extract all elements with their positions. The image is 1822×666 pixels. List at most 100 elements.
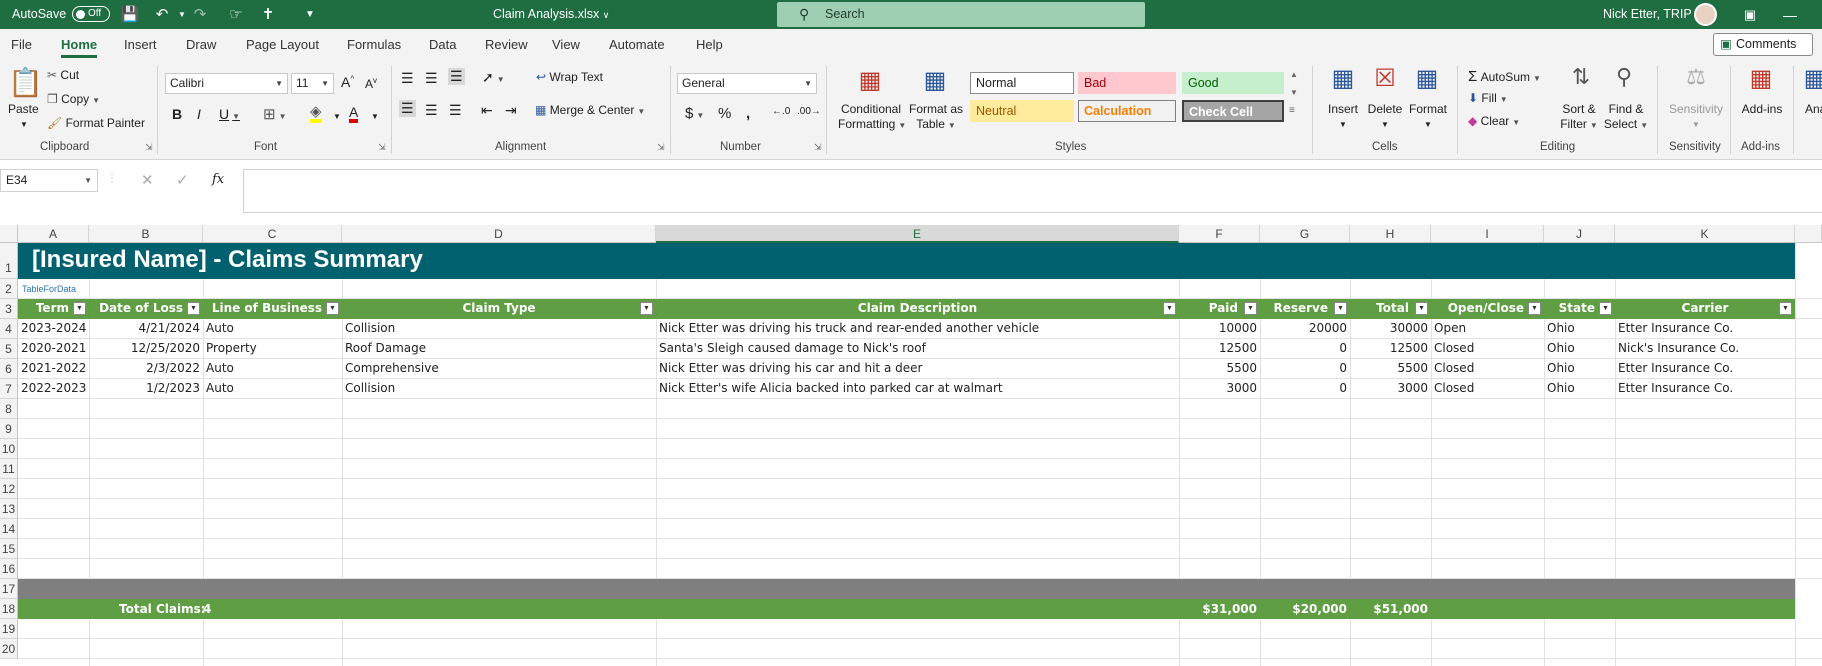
tab-file[interactable]: File (11, 29, 32, 60)
filter-dropdown-icon[interactable]: ▼ (1599, 302, 1612, 315)
row-header[interactable]: 20 (0, 639, 18, 659)
table-name-label[interactable]: TableForData (22, 284, 76, 294)
comments-button[interactable]: ▣ Comments (1713, 33, 1813, 56)
cell-claim-description[interactable]: Santa's Sleigh caused damage to Nick's r… (656, 341, 1179, 355)
cell-date-of-loss[interactable]: 4/21/2024 (89, 321, 203, 335)
totals-paid[interactable]: $31,000 (1179, 602, 1260, 616)
header-carrier[interactable]: Carrier (1615, 301, 1795, 315)
align-center-icon[interactable]: ☰ (425, 102, 438, 119)
cell-reserve[interactable]: 0 (1260, 381, 1350, 395)
format-cells-button[interactable]: Format ▼ (1407, 102, 1449, 130)
cell-claim-description[interactable]: Nick Etter's wife Alicia backed into par… (656, 381, 1179, 395)
row-header[interactable]: 12 (0, 479, 18, 499)
user-name[interactable]: Nick Etter, TRIP (1603, 0, 1692, 29)
file-name[interactable]: Claim Analysis.xlsx ∨ (493, 0, 609, 29)
row-header[interactable]: 2 (0, 279, 18, 299)
totals-total[interactable]: $51,000 (1350, 602, 1431, 616)
cell-reserve[interactable]: 0 (1260, 361, 1350, 375)
fill-color-dropdown-icon[interactable]: ▼ (333, 112, 341, 121)
conditional-formatting-icon[interactable]: ▦ (855, 66, 885, 95)
header-claim-description[interactable]: Claim Description (656, 301, 1179, 315)
cell-total[interactable]: 3000 (1350, 381, 1431, 395)
cell-open-close[interactable]: Open (1431, 321, 1544, 335)
number-launcher-icon[interactable]: ⇲ (814, 142, 822, 153)
row-header[interactable]: 7 (0, 379, 18, 399)
tab-help[interactable]: Help (696, 29, 723, 60)
percent-icon[interactable]: % (718, 105, 731, 122)
cell-date-of-loss[interactable]: 12/25/2020 (89, 341, 203, 355)
row-header[interactable]: 8 (0, 399, 18, 419)
column-header-e[interactable]: E (656, 225, 1179, 243)
cell-state[interactable]: Ohio (1544, 381, 1615, 395)
delete-cells-button[interactable]: Delete ▼ (1367, 102, 1403, 130)
cell-paid[interactable]: 12500 (1179, 341, 1260, 355)
cell-total[interactable]: 5500 (1350, 361, 1431, 375)
decrease-font-icon[interactable]: Av (365, 76, 377, 91)
font-name-combo[interactable]: Calibri ▼ (165, 73, 288, 94)
cell-term[interactable]: 2022-2023 (18, 381, 89, 395)
tab-page-layout[interactable]: Page Layout (246, 29, 319, 60)
cell-claim-description[interactable]: Nick Etter was driving his car and hit a… (656, 361, 1179, 375)
find-select-icon[interactable]: ⚲ (1608, 64, 1640, 90)
sensitivity-button[interactable]: Sensitivity ▼ (1667, 102, 1725, 130)
header-claim-type[interactable]: Claim Type (342, 301, 656, 315)
touch-mode-icon[interactable]: ☞ (226, 5, 246, 25)
cell-date-of-loss[interactable]: 2/3/2022 (89, 361, 203, 375)
paste-dropdown-icon[interactable]: ▼ (20, 120, 28, 129)
font-launcher-icon[interactable]: ⇲ (378, 142, 386, 153)
filter-dropdown-icon[interactable]: ▼ (187, 302, 200, 315)
fill-button[interactable]: ⬇ Fill ▼ (1468, 91, 1508, 105)
number-format-combo[interactable]: General ▼ (677, 73, 817, 94)
format-painter-button[interactable]: 🖌 Format Painter (47, 116, 145, 130)
cell-line-of-business[interactable]: Auto (203, 361, 342, 375)
copy-button[interactable]: ❐ Copy ▼ (47, 92, 100, 106)
alignment-launcher-icon[interactable]: ⇲ (657, 142, 665, 153)
conditional-formatting-button[interactable]: Conditional Formatting ▼ (838, 102, 906, 133)
undo-dropdown-icon[interactable]: ▼ (172, 5, 192, 25)
insert-cells-icon[interactable]: ▦ (1327, 64, 1359, 93)
style-neutral[interactable]: Neutral (970, 100, 1074, 122)
sort-filter-button[interactable]: Sort & Filter ▼ (1557, 102, 1601, 133)
tab-review[interactable]: Review (485, 29, 528, 60)
row-header[interactable]: 17 (0, 579, 18, 599)
row-header[interactable]: 4 (0, 319, 18, 339)
row-header[interactable]: 18 (0, 599, 18, 619)
cell-open-close[interactable]: Closed (1431, 361, 1544, 375)
column-header-l[interactable] (1795, 225, 1822, 243)
column-header-f[interactable]: F (1179, 225, 1260, 243)
sheet-title[interactable]: [Insured Name] - Claims Summary (32, 246, 423, 274)
tab-view[interactable]: View (552, 29, 580, 60)
clear-button[interactable]: ◆ Clear ▼ (1468, 114, 1520, 128)
header-line-of-business[interactable]: Line of Business (203, 301, 342, 315)
row-header[interactable]: 15 (0, 539, 18, 559)
autosave-toggle[interactable]: Off (72, 6, 110, 22)
cut-button[interactable]: ✂ Cut (47, 68, 79, 82)
cell-reserve[interactable]: 20000 (1260, 321, 1350, 335)
paste-icon[interactable]: 📋 (8, 66, 43, 99)
row-header[interactable]: 11 (0, 459, 18, 479)
delete-cells-icon[interactable]: ☒ (1369, 64, 1401, 93)
increase-font-icon[interactable]: A^ (341, 74, 354, 90)
fill-color-icon[interactable]: ◈ (310, 104, 322, 123)
row-header[interactable]: 19 (0, 619, 18, 639)
column-header-a[interactable]: A (18, 225, 89, 243)
font-size-combo[interactable]: 11 ▼ (291, 73, 334, 94)
sort-filter-icon[interactable]: ⇅ (1565, 64, 1597, 90)
analyze-data-icon[interactable]: ▦ (1803, 64, 1822, 93)
tab-automate[interactable]: Automate (609, 29, 665, 60)
format-cells-icon[interactable]: ▦ (1411, 64, 1443, 93)
align-left-icon[interactable]: ☰ (399, 100, 416, 117)
cell-reserve[interactable]: 0 (1260, 341, 1350, 355)
cell-open-close[interactable]: Closed (1431, 381, 1544, 395)
merge-center-button[interactable]: ▦ Merge & Center ▼ (535, 103, 645, 117)
column-header-c[interactable]: C (203, 225, 342, 243)
bottom-align-icon[interactable]: ☰ (448, 68, 465, 85)
filter-dropdown-icon[interactable]: ▼ (1163, 302, 1176, 315)
bold-icon[interactable]: B (172, 106, 182, 122)
cell-carrier[interactable]: Nick's Insurance Co. (1615, 341, 1795, 355)
save-icon[interactable]: 💾 (120, 5, 140, 25)
cell-carrier[interactable]: Etter Insurance Co. (1615, 361, 1795, 375)
column-header-g[interactable]: G (1260, 225, 1350, 243)
align-right-icon[interactable]: ☰ (449, 102, 462, 119)
row-header[interactable]: 13 (0, 499, 18, 519)
